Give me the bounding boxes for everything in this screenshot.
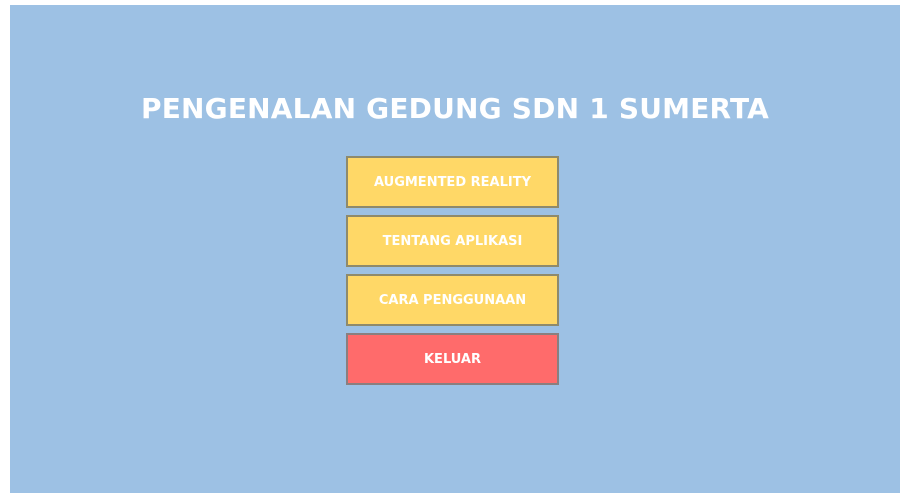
page-title: PENGENALAN GEDUNG SDN 1 SUMERTA: [140, 92, 770, 125]
main-menu: AUGMENTED REALITY TENTANG APLIKASI CARA …: [346, 156, 559, 392]
exit-button[interactable]: KELUAR: [346, 333, 559, 385]
how-to-use-button[interactable]: CARA PENGGUNAAN: [346, 274, 559, 326]
augmented-reality-button[interactable]: AUGMENTED REALITY: [346, 156, 559, 208]
about-app-button[interactable]: TENTANG APLIKASI: [346, 215, 559, 267]
app-screen: PENGENALAN GEDUNG SDN 1 SUMERTA AUGMENTE…: [10, 5, 900, 493]
